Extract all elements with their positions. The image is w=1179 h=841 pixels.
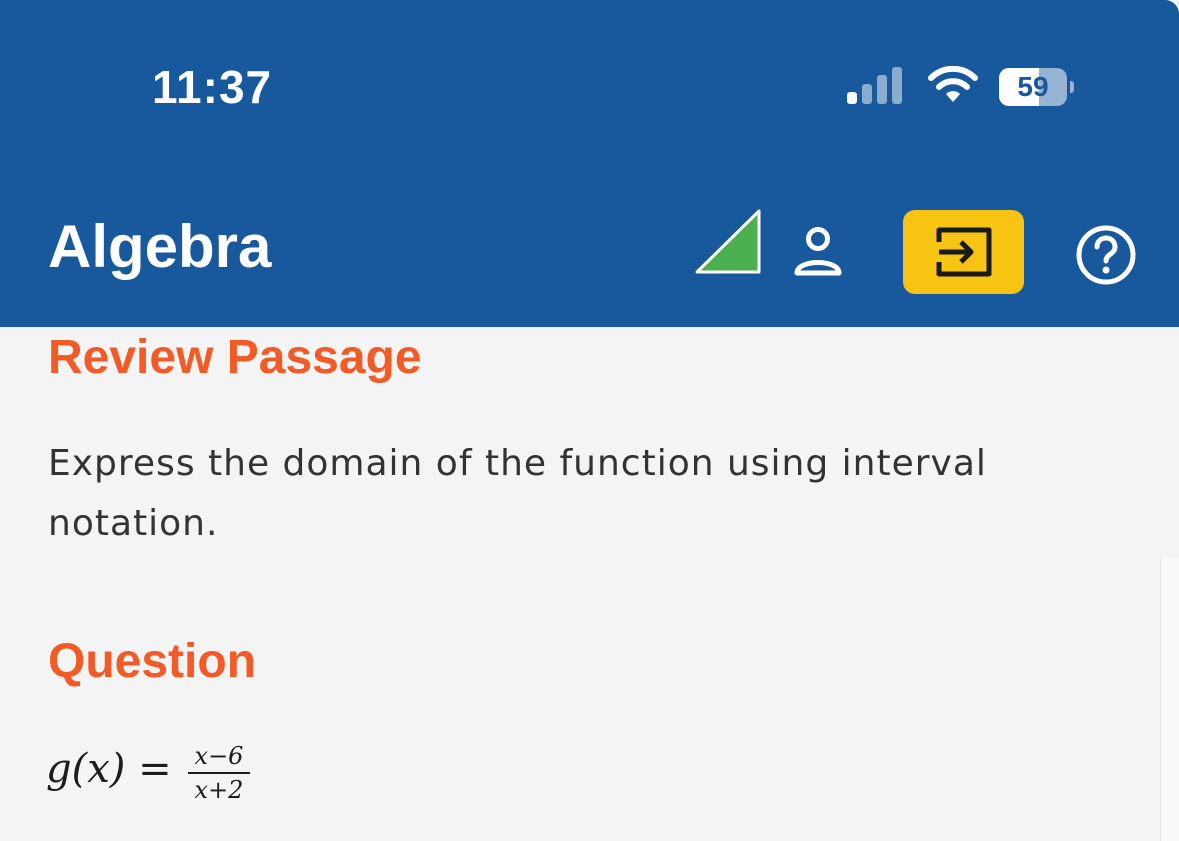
- fraction-denominator: x+2: [194, 776, 244, 804]
- page-title: Algebra: [48, 213, 272, 280]
- help-icon[interactable]: [1074, 223, 1138, 287]
- question-heading: Question: [48, 635, 257, 688]
- review-passage-heading: Review Passage: [48, 331, 422, 384]
- status-time: 11:37: [152, 61, 273, 113]
- equation-fraction: x−6 x+2: [188, 742, 250, 804]
- battery-icon: 59: [999, 68, 1075, 106]
- passage-text: Express the domain of the function using…: [48, 443, 987, 544]
- exit-icon: [936, 227, 992, 277]
- cellular-signal-icon: [847, 67, 902, 104]
- user-icon[interactable]: [790, 226, 846, 278]
- scrollbar[interactable]: [1160, 558, 1179, 841]
- fraction-numerator: x−6: [188, 742, 250, 774]
- app-header: 11:37 59 Algebra: [0, 0, 1179, 327]
- progress-triangle-icon[interactable]: [694, 208, 762, 276]
- exit-button[interactable]: [903, 210, 1024, 294]
- battery-level: 59: [1017, 71, 1049, 102]
- equation-lhs: g(x) =: [46, 746, 172, 792]
- wifi-icon: [928, 66, 978, 102]
